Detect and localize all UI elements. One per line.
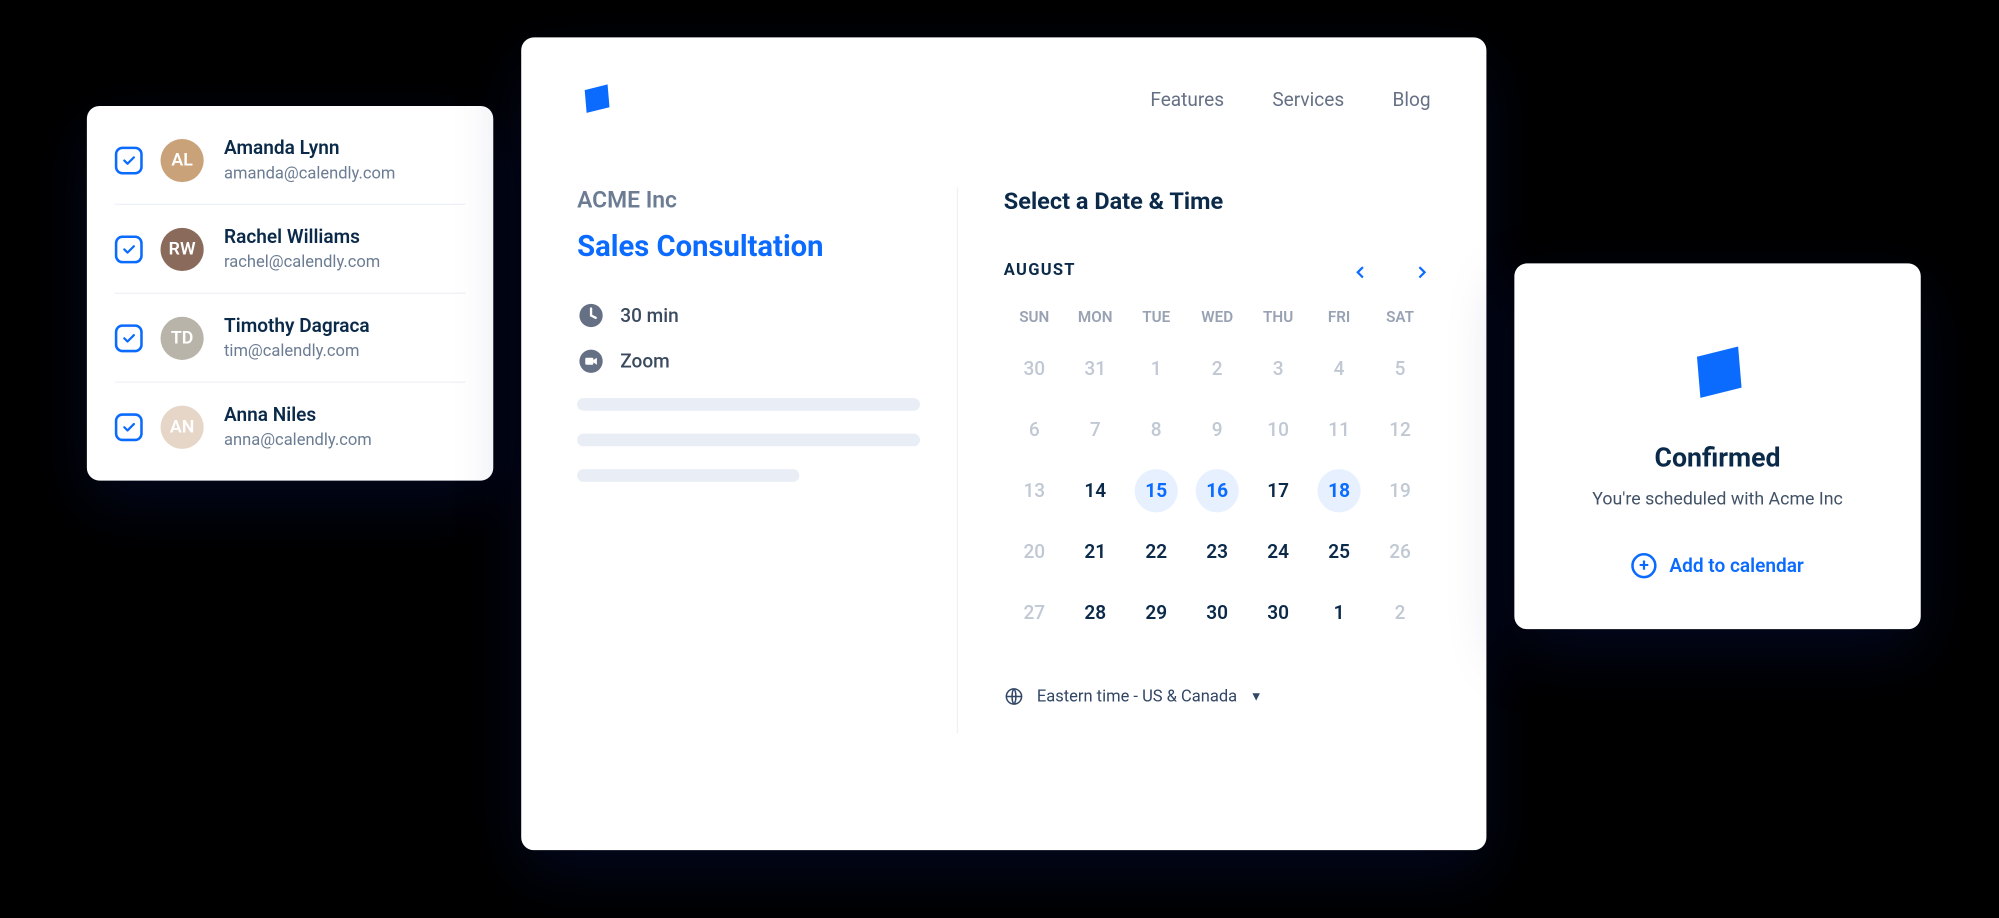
calendar-day[interactable]: 14 — [1064, 460, 1125, 521]
nav-blog[interactable]: Blog — [1392, 88, 1430, 111]
calendar-day: 20 — [1003, 521, 1064, 582]
calendar-day: 13 — [1003, 460, 1064, 521]
day-of-week-label: FRI — [1308, 308, 1369, 338]
top-nav: Features Services Blog — [1150, 88, 1430, 111]
calendar-day: 8 — [1125, 399, 1186, 460]
calendar-day: 11 — [1308, 399, 1369, 460]
calendar-day: 26 — [1369, 521, 1430, 582]
calendar-day[interactable]: 1 — [1308, 582, 1369, 643]
calendar-day: 2 — [1369, 582, 1430, 643]
calendar-day: 12 — [1369, 399, 1430, 460]
nav-services[interactable]: Services — [1272, 88, 1344, 111]
location-text: Zoom — [620, 350, 670, 373]
calendar-day: 31 — [1064, 338, 1125, 399]
next-month-button[interactable] — [1412, 262, 1430, 280]
day-of-week-label: SUN — [1003, 308, 1064, 338]
calendar-day: 7 — [1064, 399, 1125, 460]
calendar-day: 27 — [1003, 582, 1064, 643]
day-of-week-label: THU — [1247, 308, 1308, 338]
calendar-day[interactable]: 24 — [1247, 521, 1308, 582]
calendar-day[interactable]: 18 — [1308, 460, 1369, 521]
event-details: ACME Inc Sales Consultation 30 min Zoom — [577, 187, 958, 733]
calendar-day[interactable]: 17 — [1247, 460, 1308, 521]
member-email: anna@calendly.com — [224, 431, 372, 450]
calendar-day: 30 — [1003, 338, 1064, 399]
calendar-day[interactable]: 25 — [1308, 521, 1369, 582]
plus-circle-icon: + — [1631, 553, 1656, 578]
calendar-day: 1 — [1125, 338, 1186, 399]
day-of-week-label: TUE — [1125, 308, 1186, 338]
calendar-heading: Select a Date & Time — [1003, 187, 1430, 215]
checkbox-checked[interactable] — [114, 413, 142, 441]
team-member-row[interactable]: RW Rachel Williams rachel@calendly.com — [114, 205, 465, 294]
brand-logo-icon — [1683, 340, 1752, 409]
event-title: Sales Consultation — [577, 229, 919, 263]
company-name: ACME Inc — [577, 187, 919, 214]
calendar-day: 5 — [1369, 338, 1430, 399]
nav-features[interactable]: Features — [1150, 88, 1224, 111]
placeholder-line — [577, 434, 920, 447]
calendar-day: 10 — [1247, 399, 1308, 460]
calendar-day[interactable]: 23 — [1186, 521, 1247, 582]
team-member-row[interactable]: TD Timothy Dagraca tim@calendly.com — [114, 294, 465, 383]
day-of-week-label: SAT — [1369, 308, 1430, 338]
calendar-day: 3 — [1247, 338, 1308, 399]
checkbox-checked[interactable] — [114, 324, 142, 352]
calendar-day[interactable]: 16 — [1186, 460, 1247, 521]
calendar-day[interactable]: 30 — [1247, 582, 1308, 643]
calendar-day[interactable]: 15 — [1125, 460, 1186, 521]
member-email: rachel@calendly.com — [224, 253, 380, 272]
duration-row: 30 min — [577, 302, 919, 330]
checkbox-checked[interactable] — [114, 146, 142, 174]
timezone-text: Eastern time - US & Canada — [1036, 687, 1236, 706]
confirmation-card: Confirmed You're scheduled with Acme Inc… — [1514, 263, 1920, 629]
day-of-week-label: WED — [1186, 308, 1247, 338]
placeholder-line — [577, 469, 799, 482]
avatar: RW — [160, 227, 203, 270]
add-to-calendar-label: Add to calendar — [1669, 554, 1803, 577]
booking-card: Features Services Blog ACME Inc Sales Co… — [521, 37, 1486, 850]
clock-icon — [577, 302, 605, 330]
member-email: tim@calendly.com — [224, 342, 370, 361]
team-member-row[interactable]: AN Anna Niles anna@calendly.com — [114, 383, 465, 473]
calendar-day: 9 — [1186, 399, 1247, 460]
calendar-day: 2 — [1186, 338, 1247, 399]
month-label: AUGUST — [1003, 261, 1075, 280]
calendar-day[interactable]: 22 — [1125, 521, 1186, 582]
confirm-title: Confirmed — [1544, 444, 1889, 474]
confirm-subtitle: You're scheduled with Acme Inc — [1544, 489, 1889, 509]
placeholder-line — [577, 398, 920, 411]
calendar-day: 4 — [1308, 338, 1369, 399]
avatar: TD — [160, 316, 203, 359]
day-of-week-label: MON — [1064, 308, 1125, 338]
team-member-row[interactable]: AL Amanda Lynn amanda@calendly.com — [114, 131, 465, 205]
booking-header: Features Services Blog — [577, 81, 1430, 119]
member-name: Timothy Dagraca — [224, 314, 370, 337]
brand-logo-icon — [577, 81, 615, 119]
globe-icon — [1003, 686, 1023, 706]
calendar-day: 6 — [1003, 399, 1064, 460]
avatar: AN — [160, 405, 203, 448]
team-members-card: AL Amanda Lynn amanda@calendly.com RW Rachel… — [86, 106, 492, 481]
timezone-selector[interactable]: Eastern time - US & Canada ▼ — [1003, 686, 1430, 706]
checkbox-checked[interactable] — [114, 235, 142, 263]
calendar-day: 19 — [1369, 460, 1430, 521]
prev-month-button[interactable] — [1351, 262, 1369, 280]
location-row: Zoom — [577, 347, 919, 375]
calendar-day[interactable]: 28 — [1064, 582, 1125, 643]
chevron-down-icon: ▼ — [1249, 690, 1262, 704]
avatar: AL — [160, 138, 203, 181]
member-email: amanda@calendly.com — [224, 164, 395, 183]
calendar-day[interactable]: 21 — [1064, 521, 1125, 582]
video-icon — [577, 347, 605, 375]
add-to-calendar-button[interactable]: + Add to calendar — [1631, 553, 1804, 578]
calendar-day[interactable]: 29 — [1125, 582, 1186, 643]
calendar-day[interactable]: 30 — [1186, 582, 1247, 643]
member-name: Amanda Lynn — [224, 136, 395, 159]
member-name: Rachel Williams — [224, 225, 380, 248]
calendar-panel: Select a Date & Time AUGUST SUNMONTUEWED… — [958, 187, 1430, 733]
duration-text: 30 min — [620, 304, 678, 327]
calendar-grid: SUNMONTUEWEDTHUFRISAT3031123456789101112… — [1003, 308, 1430, 643]
member-name: Anna Niles — [224, 403, 372, 426]
